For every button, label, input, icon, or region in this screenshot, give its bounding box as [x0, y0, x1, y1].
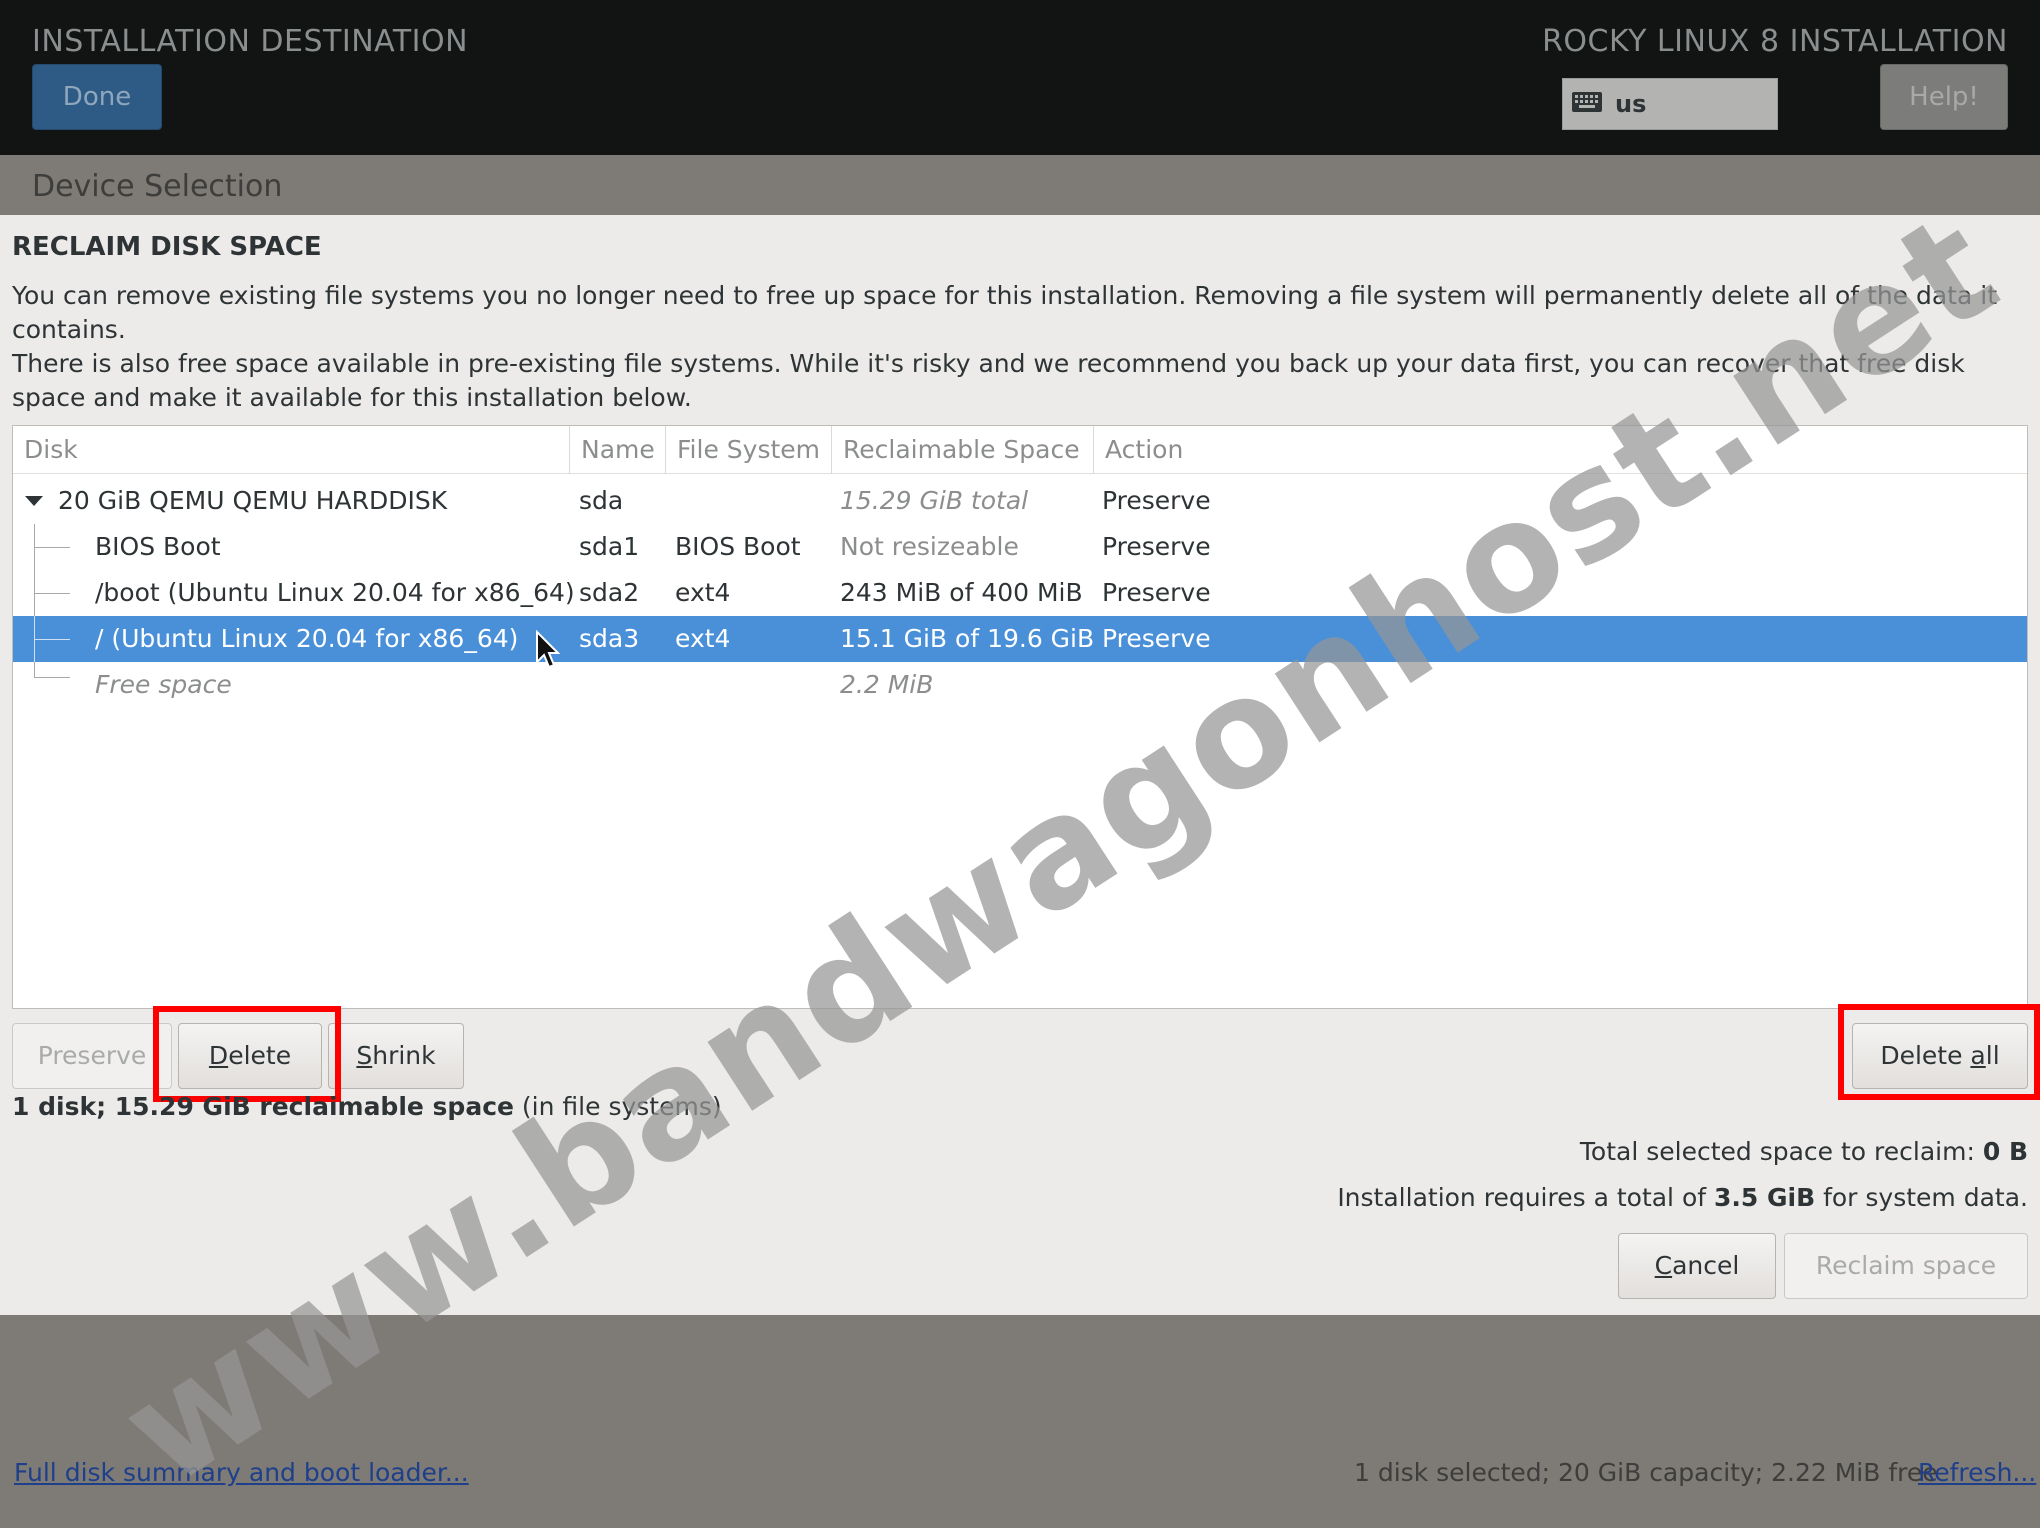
reclaimable-summary-bold: 1 disk; 15.29 GiB reclaimable space — [12, 1092, 514, 1121]
cell-name: sda2 — [579, 578, 640, 607]
cell-reclaimable-space: 15.29 GiB total — [840, 486, 1029, 515]
cell-action: Preserve — [1102, 532, 1211, 561]
refresh-link[interactable]: Refresh... — [1918, 1458, 2036, 1487]
requirement-post: for system data. — [1815, 1183, 2028, 1212]
requirement-pre: Installation requires a total of — [1337, 1183, 1714, 1212]
keyboard-icon — [1571, 91, 1603, 117]
cell-file-system: ext4 — [675, 624, 731, 653]
spoke-title: INSTALLATION DESTINATION — [32, 24, 469, 59]
total-selected-value: 0 B — [1982, 1137, 2028, 1166]
shrink-label: hrink — [372, 1041, 436, 1070]
delete-mnemonic: D — [208, 1041, 229, 1070]
cell-reclaimable-space: 2.2 MiB — [840, 670, 934, 699]
total-selected-label: Total selected space to reclaim: — [1579, 1137, 1983, 1166]
delete-all-button[interactable]: Delete all — [1852, 1023, 2028, 1089]
shrink-button[interactable]: Shrink — [328, 1023, 464, 1089]
top-bar: INSTALLATION DESTINATION ROCKY LINUX 8 I… — [0, 0, 2040, 155]
delete-button[interactable]: Delete — [178, 1023, 322, 1089]
cell-action: Preserve — [1102, 486, 1211, 515]
cell-action: Preserve — [1102, 624, 1211, 653]
cell-file-system: ext4 — [675, 578, 731, 607]
product-title: ROCKY LINUX 8 INSTALLATION — [1542, 24, 2008, 59]
cell-name: sda1 — [579, 532, 640, 561]
cell-disk: Free space — [95, 670, 232, 699]
delete-all-label-rest: ll — [1985, 1041, 2000, 1070]
column-header-file-system[interactable]: File System — [666, 426, 832, 474]
total-selected-space: Total selected space to reclaim: 0 B — [1580, 1135, 2028, 1169]
delete-all-label: Delete — [1880, 1041, 1971, 1070]
cell-reclaimable-space: 243 MiB of 400 MiB — [840, 578, 1083, 607]
column-header-reclaimable-space[interactable]: Reclaimable Space — [832, 426, 1094, 474]
table-row-partition-selected[interactable]: / (Ubuntu Linux 20.04 for x86_64) sda3 e… — [13, 616, 2027, 662]
requirement-value: 3.5 GiB — [1714, 1183, 1816, 1212]
cell-name: sda — [579, 486, 624, 515]
disk-selection-status: 1 disk selected; 20 GiB capacity; 2.22 M… — [1354, 1458, 1938, 1487]
keyboard-layout-indicator[interactable]: us — [1562, 78, 1778, 130]
cell-name: sda3 — [579, 624, 640, 653]
cell-disk: 20 GiB QEMU QEMU HARDDISK — [58, 486, 448, 515]
mouse-pointer-icon — [535, 629, 561, 674]
done-button[interactable]: Done — [32, 64, 162, 130]
table-row-partition[interactable]: BIOS Boot sda1 BIOS Boot Not resizeable … — [13, 524, 2027, 570]
delete-label: elete — [228, 1041, 292, 1070]
device-selection-label: Device Selection — [32, 169, 283, 204]
cancel-mnemonic: C — [1654, 1251, 1673, 1280]
installation-requirement: Installation requires a total of 3.5 GiB… — [1337, 1181, 2028, 1215]
delete-all-mnemonic: a — [1970, 1041, 1986, 1070]
cell-reclaimable-space: Not resizeable — [840, 532, 1019, 561]
keyboard-layout-label: us — [1615, 90, 1647, 118]
cell-disk: /boot (Ubuntu Linux 20.04 for x86_64) — [95, 578, 575, 607]
cell-reclaimable-space: 15.1 GiB of 19.6 GiB — [840, 624, 1095, 653]
preserve-button[interactable]: Preserve — [12, 1023, 172, 1089]
table-row-free-space[interactable]: Free space 2.2 MiB — [13, 662, 2027, 708]
cell-action: Preserve — [1102, 578, 1211, 607]
reclaim-space-button[interactable]: Reclaim space — [1784, 1233, 2028, 1299]
cell-file-system: BIOS Boot — [675, 532, 801, 561]
help-button[interactable]: Help! — [1880, 64, 2008, 130]
shrink-mnemonic: S — [356, 1041, 373, 1070]
table-row-partition[interactable]: /boot (Ubuntu Linux 20.04 for x86_64) sd… — [13, 570, 2027, 616]
cell-disk: / (Ubuntu Linux 20.04 for x86_64) — [95, 624, 519, 653]
column-header-disk[interactable]: Disk — [13, 426, 570, 474]
cancel-button[interactable]: Cancel — [1618, 1233, 1776, 1299]
column-header-action[interactable]: Action — [1094, 426, 1394, 474]
dialog-title: RECLAIM DISK SPACE — [12, 232, 322, 262]
column-header-name[interactable]: Name — [570, 426, 666, 474]
cancel-label: ancel — [1672, 1251, 1740, 1280]
device-selection-header: Device Selection — [0, 155, 2040, 215]
tree-line — [34, 639, 70, 640]
cell-disk: BIOS Boot — [95, 532, 221, 561]
expander-arrow-icon[interactable] — [25, 496, 43, 506]
